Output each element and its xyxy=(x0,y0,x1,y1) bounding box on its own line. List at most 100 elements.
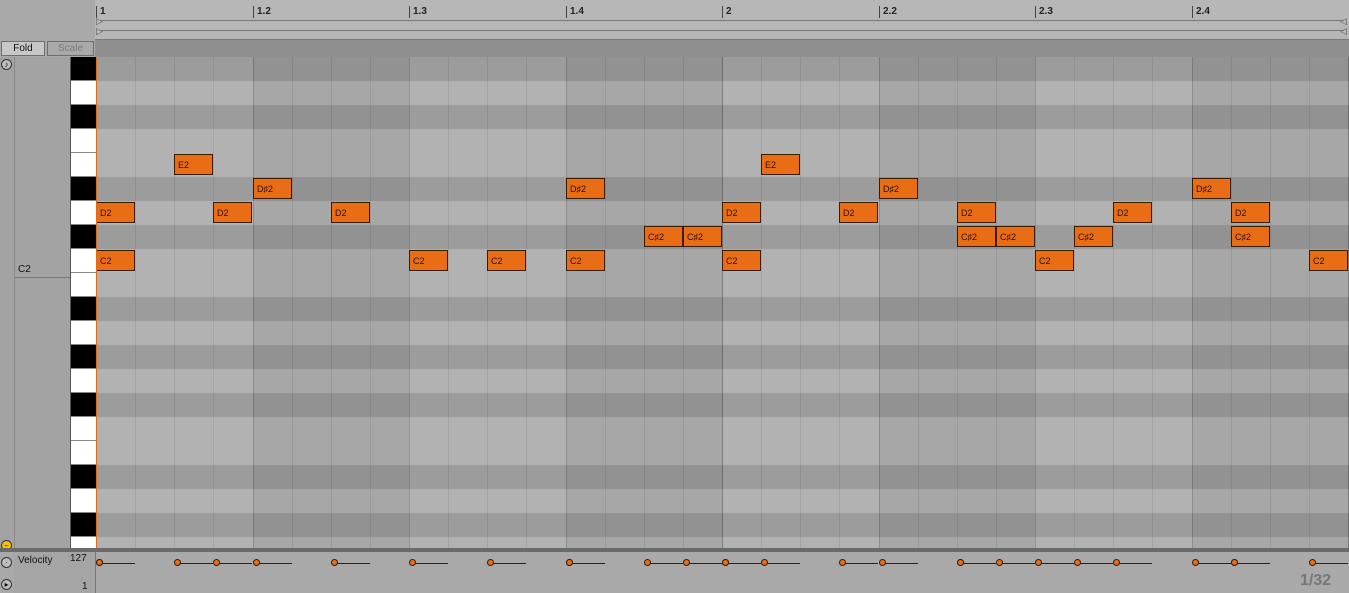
midi-note[interactable]: C2 xyxy=(566,250,605,271)
velocity-stem xyxy=(1313,563,1348,564)
midi-note[interactable]: C2 xyxy=(1035,250,1074,271)
velocity-handle[interactable] xyxy=(1309,559,1316,566)
midi-note[interactable]: D2 xyxy=(96,202,135,223)
grid-line xyxy=(174,57,175,548)
grid-line xyxy=(1231,57,1232,548)
velocity-stem xyxy=(491,563,526,564)
velocity-stem xyxy=(1235,563,1270,564)
velocity-handle[interactable] xyxy=(879,559,886,566)
velocity-handle[interactable] xyxy=(996,559,1003,566)
midi-note[interactable]: D♯2 xyxy=(253,178,292,199)
velocity-handle[interactable] xyxy=(409,559,416,566)
velocity-stem xyxy=(765,563,800,564)
velocity-handle[interactable] xyxy=(566,559,573,566)
velocity-handle[interactable] xyxy=(1113,559,1120,566)
velocity-handle[interactable] xyxy=(331,559,338,566)
piano-key-white[interactable] xyxy=(71,249,97,273)
midi-note[interactable]: D♯2 xyxy=(1192,178,1231,199)
piano-key-white[interactable] xyxy=(71,321,97,345)
piano-key-white[interactable] xyxy=(71,273,97,297)
piano-key-black[interactable] xyxy=(71,57,97,81)
piano-key-black[interactable] xyxy=(71,105,97,129)
note-editor-grid[interactable]: D2 C2 E2 D2 D♯2 D2 C2 C2 D♯2 C2 C♯2 C♯2 D2 C2 E2 D2 D♯2 D… xyxy=(96,57,1349,548)
midi-note[interactable]: D2 xyxy=(1113,202,1152,223)
loop-strip[interactable] xyxy=(95,39,1349,58)
midi-note[interactable]: C♯2 xyxy=(996,226,1035,247)
piano-key-black[interactable] xyxy=(71,465,97,489)
grid-line xyxy=(1113,57,1114,548)
piano-keyboard[interactable] xyxy=(70,57,97,561)
midi-note[interactable]: C2 xyxy=(487,250,526,271)
midi-note[interactable]: C2 xyxy=(96,250,135,271)
midi-note[interactable]: C2 xyxy=(722,250,761,271)
velocity-handle[interactable] xyxy=(174,559,181,566)
piano-key-white[interactable] xyxy=(71,153,97,177)
velocity-stem xyxy=(843,563,878,564)
velocity-handle[interactable] xyxy=(213,559,220,566)
velocity-stem xyxy=(883,563,918,564)
piano-key-black[interactable] xyxy=(71,177,97,201)
midi-note[interactable]: C♯2 xyxy=(644,226,683,247)
velocity-handle[interactable] xyxy=(683,559,690,566)
velocity-handle[interactable] xyxy=(1231,559,1238,566)
midi-note[interactable]: C♯2 xyxy=(957,226,996,247)
velocity-handle[interactable] xyxy=(761,559,768,566)
midi-note[interactable]: D♯2 xyxy=(879,178,918,199)
piano-key-white[interactable] xyxy=(71,489,97,513)
midi-note[interactable]: C♯2 xyxy=(1074,226,1113,247)
velocity-handle[interactable] xyxy=(1074,559,1081,566)
midi-note[interactable]: D♯2 xyxy=(566,178,605,199)
piano-key-black[interactable] xyxy=(71,345,97,369)
piano-key-white[interactable] xyxy=(71,129,97,153)
scale-button[interactable]: Scale xyxy=(47,41,94,56)
fold-button[interactable]: Fold xyxy=(1,41,45,56)
midi-note[interactable]: C♯2 xyxy=(683,226,722,247)
midi-note[interactable]: D2 xyxy=(331,202,370,223)
velocity-lane[interactable] xyxy=(96,552,1349,593)
piano-key-black[interactable] xyxy=(71,393,97,417)
midi-note[interactable]: C2 xyxy=(409,250,448,271)
piano-key-black[interactable] xyxy=(71,297,97,321)
velocity-handle[interactable] xyxy=(644,559,651,566)
midi-note[interactable]: D2 xyxy=(957,202,996,223)
velocity-stem xyxy=(335,563,370,564)
midi-note[interactable]: D2 xyxy=(839,202,878,223)
ruler-tick xyxy=(722,6,723,18)
velocity-stem xyxy=(217,563,252,564)
velocity-toggle-icon[interactable]: · xyxy=(1,557,12,568)
velocity-handle[interactable] xyxy=(96,559,103,566)
piano-key-black[interactable] xyxy=(71,513,97,537)
velocity-handle[interactable] xyxy=(253,559,260,566)
piano-key-white[interactable] xyxy=(71,81,97,105)
velocity-handle[interactable] xyxy=(957,559,964,566)
velocity-handle[interactable] xyxy=(722,559,729,566)
piano-key-black[interactable] xyxy=(71,225,97,249)
velocity-stem xyxy=(648,563,683,564)
piano-key-white[interactable] xyxy=(71,201,97,225)
midi-note[interactable]: C♯2 xyxy=(1231,226,1270,247)
piano-key-white[interactable] xyxy=(71,369,97,393)
timeline-ruler[interactable]: 1 1.2 1.3 1.4 2 2.2 2.3 2.4 ▷ ▷ ◁ ◁ xyxy=(95,0,1349,39)
velocity-stem xyxy=(1078,563,1113,564)
midi-note[interactable]: E2 xyxy=(761,154,800,175)
velocity-handle[interactable] xyxy=(1192,559,1199,566)
midi-note[interactable]: E2 xyxy=(174,154,213,175)
grid-line xyxy=(213,57,214,548)
midi-note[interactable]: D2 xyxy=(213,202,252,223)
velocity-handle[interactable] xyxy=(839,559,846,566)
midi-note[interactable]: C2 xyxy=(1309,250,1348,271)
grid-line xyxy=(1152,57,1153,548)
play-icon[interactable]: ▸ xyxy=(1,579,12,590)
loop-start-marker[interactable]: ▷ xyxy=(96,26,103,37)
midi-note[interactable]: D2 xyxy=(1231,202,1270,223)
headphones-icon[interactable]: ♪ xyxy=(1,59,12,70)
velocity-handle[interactable] xyxy=(487,559,494,566)
ruler-tick xyxy=(253,6,254,18)
piano-key-white[interactable] xyxy=(71,417,97,441)
ruler-tick-label: 2.3 xyxy=(1039,6,1053,17)
velocity-handle[interactable] xyxy=(1035,559,1042,566)
loop-end-marker[interactable]: ◁ xyxy=(1340,26,1347,37)
midi-note[interactable]: D2 xyxy=(722,202,761,223)
piano-key-white[interactable] xyxy=(71,441,97,465)
grid-resolution-label[interactable]: 1/32 xyxy=(1300,572,1331,590)
